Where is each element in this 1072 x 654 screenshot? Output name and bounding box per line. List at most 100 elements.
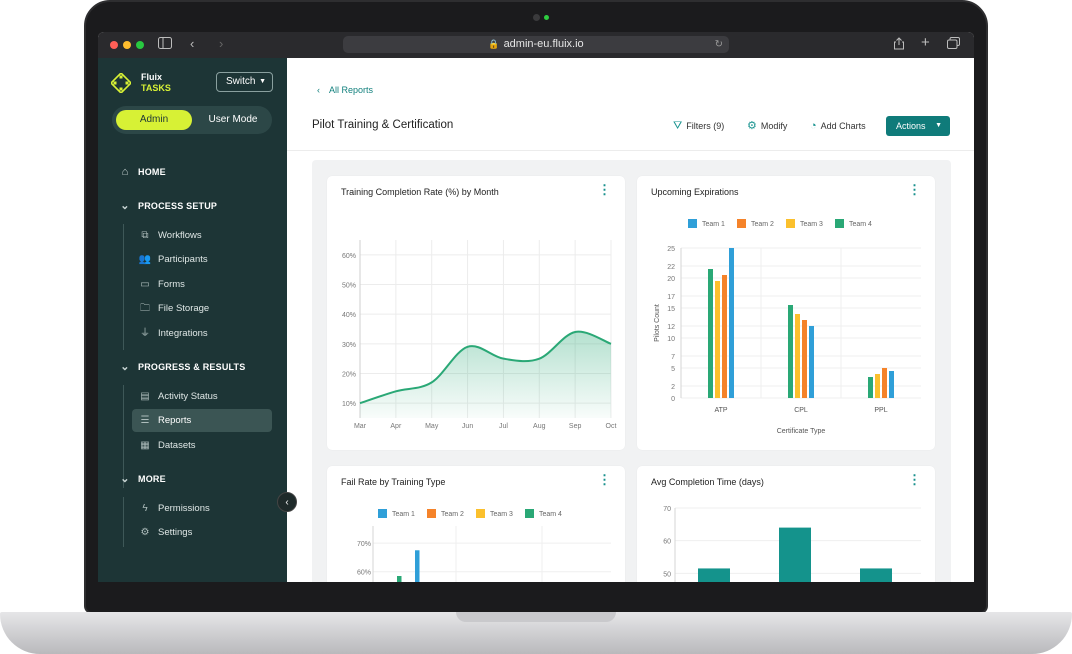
x-tick-label: CPL	[794, 407, 808, 414]
close-window-button[interactable]	[110, 41, 118, 49]
bar	[415, 550, 420, 582]
bar	[860, 568, 892, 582]
legend-label: Team 3	[490, 511, 513, 518]
lightning-icon: ϟ	[142, 503, 148, 514]
x-tick-label: Jun	[462, 423, 473, 430]
y-tick-label: 0	[671, 396, 675, 403]
x-tick-label: Sep	[569, 423, 582, 430]
add-charts-button[interactable]: ◔ Add Charts	[810, 119, 866, 133]
collapse-sidebar-button[interactable]: ‹	[277, 492, 297, 512]
minimize-window-button[interactable]	[123, 41, 131, 49]
filters-button[interactable]: ⛛ Filters (9)	[673, 119, 724, 133]
sidebar-item-participants[interactable]: 👥 Participants	[132, 248, 272, 271]
mode-toggle: Admin User Mode	[112, 106, 272, 134]
y-tick-label: 15	[667, 306, 675, 313]
x-tick-label: Jul	[499, 423, 508, 430]
forms-icon: ▭	[140, 279, 150, 290]
reload-icon[interactable]: ↻	[715, 36, 723, 53]
x-tick-label: Mar	[354, 423, 367, 430]
lock-icon: 🔒	[488, 39, 500, 49]
browser-toolbar: ‹ › 🔒 admin-eu.fluix.io ↻ +	[98, 32, 974, 58]
bar	[729, 248, 734, 398]
bar	[809, 326, 814, 398]
main-content: ‹ All Reports Pilot Training & Certificat…	[287, 58, 974, 582]
x-tick-label: ATP	[714, 407, 727, 414]
x-tick-label: Aug	[533, 423, 546, 430]
sidebar-toggle-icon[interactable]	[158, 37, 172, 53]
legend-label: Team 1	[392, 511, 415, 518]
sidebar-item-forms[interactable]: ▭ Forms	[132, 273, 272, 296]
legend-swatch	[427, 509, 436, 518]
legend-swatch	[476, 509, 485, 518]
y-tick-label: 2	[671, 384, 675, 391]
upcoming-expirations-chart: Team 1 Team 2 Team 3 Team 40257101215172022…	[654, 219, 921, 435]
x-axis-title: Certificate Type	[777, 428, 826, 435]
y-tick-label: 10%	[342, 401, 356, 408]
laptop-notch	[456, 612, 616, 622]
forward-arrow-icon[interactable]: ›	[219, 36, 223, 52]
x-tick-label: Apr	[390, 423, 402, 430]
header-divider	[287, 150, 974, 151]
screen: ‹ › 🔒admin-eu.fluix.io ↻ + Fluix TASKS	[98, 32, 974, 582]
address-bar[interactable]: 🔒 admin-eu.fluix.io ↻	[343, 36, 729, 53]
modify-button[interactable]: ⚙ Modify	[747, 119, 787, 133]
y-tick-label: 5	[671, 366, 675, 373]
sidebar-item-integrations[interactable]: ⏚ Integrations	[132, 322, 272, 345]
sidebar-item-file-storage[interactable]: 🗀 File Storage	[132, 297, 272, 320]
legend-swatch	[786, 219, 795, 228]
y-tick-label: 20	[667, 276, 675, 283]
admin-mode-button[interactable]: Admin	[116, 110, 192, 130]
actions-dropdown-button[interactable]: Actions ▼	[886, 116, 950, 136]
bar	[795, 314, 800, 398]
bar	[397, 576, 402, 582]
sidebar-item-datasets[interactable]: ▦ Datasets	[132, 434, 272, 457]
page-title: Pilot Training & Certification	[312, 119, 454, 131]
chevron-down-icon: ⌄	[120, 200, 130, 212]
user-mode-button[interactable]: User Mode	[198, 110, 268, 130]
y-tick-label: 30%	[342, 342, 356, 349]
tabs-overview-icon[interactable]	[947, 37, 960, 53]
bar	[722, 275, 727, 398]
chevron-left-icon: ‹	[317, 85, 320, 95]
legend-swatch	[378, 509, 387, 518]
activity-icon: ▤	[140, 391, 150, 402]
camera-led	[544, 15, 549, 20]
y-tick-label: 7	[671, 354, 675, 361]
x-tick-label: May	[425, 423, 439, 430]
maximize-window-button[interactable]	[136, 41, 144, 49]
y-tick-label: 40%	[342, 312, 356, 319]
caret-down-icon: ▼	[259, 78, 266, 85]
y-tick-label: 70%	[357, 541, 371, 548]
nav-guide-line	[123, 224, 124, 350]
filter-icon: ⛛	[673, 120, 683, 132]
plug-icon: ⏚	[140, 328, 150, 339]
datasets-icon: ▦	[140, 440, 150, 451]
fail-rate-card: Fail Rate by Training Type ⋮ Team 1 Team …	[327, 466, 625, 582]
new-tab-icon[interactable]: +	[921, 35, 930, 51]
sidebar-item-workflows[interactable]: ⧉ Workflows	[132, 224, 272, 247]
sidebar-item-reports[interactable]: ☰ Reports	[132, 409, 272, 432]
share-icon[interactable]	[893, 37, 905, 54]
y-tick-label: 50	[663, 571, 671, 578]
avg-completion-chart: 40506070	[663, 506, 921, 582]
y-tick-label: 60%	[342, 253, 356, 260]
sidebar-item-activity-status[interactable]: ▤ Activity Status	[132, 385, 272, 408]
y-tick-label: 17	[667, 294, 675, 301]
bar	[715, 281, 720, 398]
chevron-down-icon: ⌄	[120, 361, 130, 373]
x-tick-label: Oct	[606, 423, 617, 430]
x-tick-label: PPL	[874, 407, 887, 414]
switch-dropdown[interactable]: Switch ▼	[216, 72, 273, 92]
add-chart-icon: ◔	[810, 120, 817, 132]
all-reports-link[interactable]: ‹ All Reports	[317, 85, 373, 95]
y-tick-label: 12	[667, 324, 675, 331]
back-arrow-icon[interactable]: ‹	[190, 36, 194, 52]
legend-label: Team 1	[702, 221, 725, 228]
upcoming-expirations-card: Upcoming Expirations ⋮ Team 1 Team 2 Team …	[637, 176, 935, 450]
sidebar-item-settings[interactable]: ⚙ Settings	[132, 521, 272, 544]
legend-swatch	[688, 219, 697, 228]
sidebar-item-permissions[interactable]: ϟ Permissions	[132, 497, 272, 520]
camera-icon	[533, 14, 540, 21]
legend-label: Team 3	[800, 221, 823, 228]
y-axis-title: Pilots Count	[654, 304, 661, 342]
